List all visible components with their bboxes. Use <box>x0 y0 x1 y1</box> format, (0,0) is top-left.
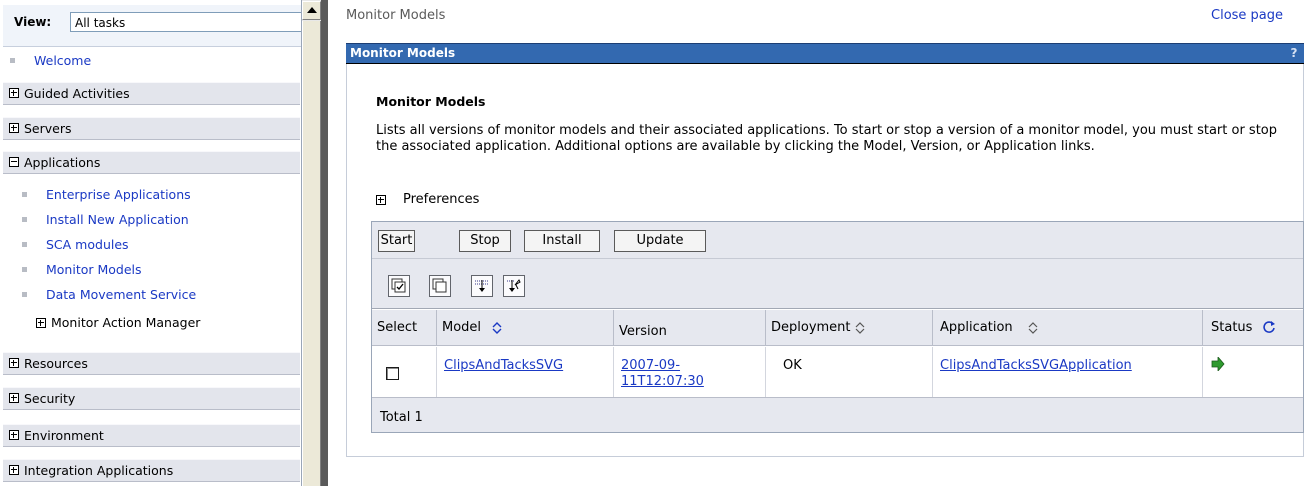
arrow-up-icon <box>307 7 317 13</box>
breadcrumb: Monitor Models <box>346 8 446 23</box>
column-header-select: Select <box>372 310 437 346</box>
nav-item-install-new-application[interactable]: Install New Application <box>46 212 189 227</box>
stop-button[interactable]: Stop <box>459 230 511 252</box>
help-icon[interactable]: ? <box>1287 44 1301 62</box>
clear-filter-icon[interactable] <box>503 275 525 297</box>
expand-icon <box>9 123 19 133</box>
application-cell: ClipsAndTacksSVGApplication <box>933 347 1203 397</box>
preferences-label: Preferences <box>403 192 480 207</box>
total-count: Total 1 <box>380 410 423 425</box>
nav-section-integration-applications[interactable]: Integration Applications <box>3 459 300 482</box>
frame-divider[interactable] <box>321 0 328 486</box>
nav-item-enterprise-applications[interactable]: Enterprise Applications <box>46 187 191 202</box>
deployment-cell: OK <box>766 347 933 397</box>
nav-section-label: Guided Activities <box>24 86 130 101</box>
select-all-icon[interactable] <box>388 275 410 297</box>
page-title: Monitor Models <box>376 94 486 109</box>
bullet-icon <box>22 292 27 297</box>
bullet-icon <box>22 217 27 222</box>
expand-icon <box>9 465 19 475</box>
close-page-link[interactable]: Close page <box>1211 8 1283 23</box>
column-header-deployment[interactable]: Deployment <box>766 310 933 346</box>
button-bar <box>372 222 1303 259</box>
scroll-up-button[interactable] <box>302 1 321 20</box>
title-underline <box>346 63 1304 64</box>
expand-icon <box>9 358 19 368</box>
version-link-line1[interactable]: 2007-09- <box>621 358 680 373</box>
expand-icon <box>9 430 19 440</box>
application-link[interactable]: ClipsAndTacksSVGApplication <box>940 358 1132 373</box>
bullet-icon <box>22 242 27 247</box>
nav-item-data-movement-service[interactable]: Data Movement Service <box>46 287 196 302</box>
portlet-title: Monitor Models <box>350 46 456 60</box>
update-button[interactable]: Update <box>614 230 706 252</box>
view-label: View: <box>14 15 52 29</box>
model-cell: ClipsAndTacksSVG <box>437 347 614 397</box>
nav-section-resources[interactable]: Resources <box>3 352 300 375</box>
collapse-icon <box>9 157 19 167</box>
expand-icon <box>376 195 386 205</box>
nav-section-environment[interactable]: Environment <box>3 424 300 447</box>
column-header-model[interactable]: Model <box>437 310 614 346</box>
nav-section-label: Applications <box>24 155 101 170</box>
deployment-status: OK <box>783 358 802 373</box>
model-link[interactable]: ClipsAndTacksSVG <box>444 358 563 373</box>
nav-section-security[interactable]: Security <box>3 387 300 410</box>
expand-icon <box>9 393 19 403</box>
refresh-icon[interactable] <box>1262 320 1276 334</box>
status-cell <box>1203 347 1303 397</box>
show-filter-icon[interactable] <box>471 275 493 297</box>
column-header-status: Status <box>1203 310 1303 346</box>
sort-icon[interactable] <box>492 322 502 334</box>
nav-section-applications[interactable]: Applications <box>3 151 300 174</box>
row-checkbox[interactable] <box>386 367 399 380</box>
install-button[interactable]: Install <box>524 230 600 252</box>
nav-section-label: Security <box>24 391 76 406</box>
bullet-icon <box>22 192 27 197</box>
bullet-icon <box>10 58 15 63</box>
scroll-thumb[interactable] <box>302 21 321 486</box>
expand-icon <box>36 318 46 328</box>
start-button[interactable]: Start <box>378 230 415 252</box>
nav-section-label: Resources <box>24 356 88 371</box>
nav-section-servers[interactable]: Servers <box>3 117 300 140</box>
expand-icon <box>9 88 19 98</box>
sort-icon[interactable] <box>855 322 865 334</box>
nav-section-label: Servers <box>24 121 72 136</box>
select-cell <box>372 347 437 397</box>
view-select[interactable]: All tasks <box>70 12 304 32</box>
nav-section-label: Integration Applications <box>24 463 174 478</box>
table-footer: Total 1 <box>372 398 1303 432</box>
column-header-version: Version <box>614 310 766 346</box>
running-arrow-icon <box>1211 357 1225 371</box>
version-cell: 2007-09- 11T12:07:30 <box>614 347 766 397</box>
portlet-title-bar: Monitor Models ? <box>346 43 1304 63</box>
sort-icon[interactable] <box>1028 322 1038 334</box>
version-link-line2[interactable]: 11T12:07:30 <box>621 374 704 389</box>
deselect-all-icon[interactable] <box>429 275 451 297</box>
nav-section-label: Environment <box>24 428 104 443</box>
nav-item-label: Monitor Action Manager <box>51 315 201 330</box>
welcome-link[interactable]: Welcome <box>34 53 91 68</box>
view-filter-bar: View: All tasks <box>3 5 304 47</box>
column-header-application[interactable]: Application <box>933 310 1203 346</box>
nav-item-sca-modules[interactable]: SCA modules <box>46 237 129 252</box>
bullet-icon <box>22 267 27 272</box>
nav-item-monitor-models[interactable]: Monitor Models <box>46 262 142 277</box>
nav-section-guided-activities[interactable]: Guided Activities <box>3 82 300 105</box>
page-description: Lists all versions of monitor models and… <box>376 123 1277 154</box>
